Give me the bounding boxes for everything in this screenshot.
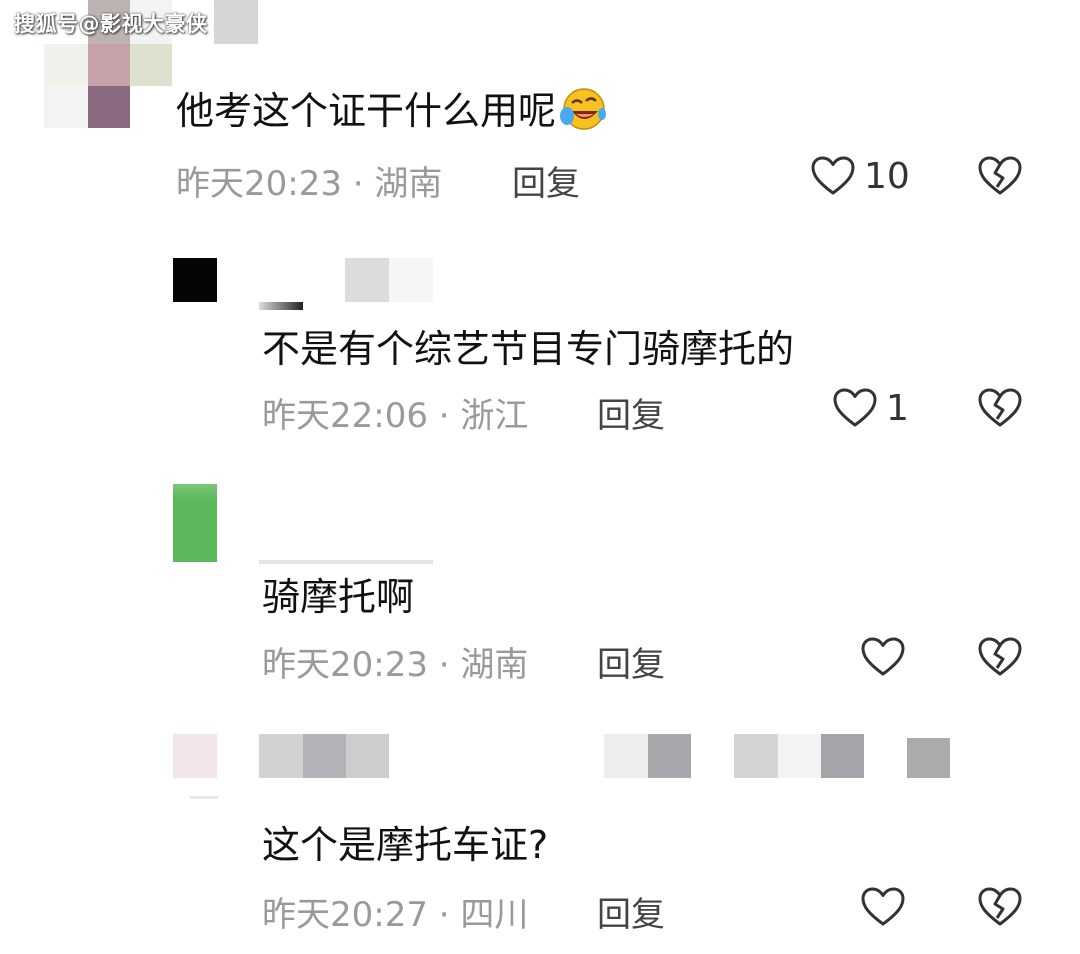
- heart-outline-icon: [860, 636, 906, 678]
- dislike-button[interactable]: [977, 155, 1023, 197]
- like-count: 1: [886, 387, 909, 429]
- dislike-button[interactable]: [977, 387, 1023, 429]
- heart-outline-icon: [810, 155, 856, 197]
- like-button[interactable]: 1: [832, 387, 909, 429]
- comment-text: 不是有个综艺节目专门骑摩托的: [262, 327, 795, 371]
- comment-text: 这个是摩托车证?: [262, 823, 549, 867]
- like-button[interactable]: 10: [810, 155, 910, 197]
- reply-button[interactable]: 回复: [597, 388, 665, 437]
- comment-meta: 昨天20:27 · 四川: [262, 895, 529, 935]
- dislike-button[interactable]: [977, 636, 1023, 678]
- reply-button[interactable]: 回复: [597, 887, 665, 936]
- heart-outline-icon: [832, 387, 878, 429]
- heart-outline-icon: [860, 886, 906, 928]
- comment-text: 骑摩托啊: [262, 575, 415, 619]
- comment-text: 他考这个证干什么用呢: [176, 80, 607, 141]
- like-button[interactable]: [860, 886, 914, 928]
- laughing-crying-emoji-icon: [558, 86, 607, 141]
- comment-meta: 昨天22:06 · 浙江: [262, 396, 529, 436]
- comment-meta: 昨天20:23 · 湖南: [262, 645, 529, 685]
- reply-button[interactable]: 回复: [512, 156, 580, 205]
- reply-button[interactable]: 回复: [597, 637, 665, 686]
- like-button[interactable]: [860, 636, 914, 678]
- watermark: 搜狐号@影视大豪侠: [14, 12, 208, 36]
- broken-heart-icon: [977, 636, 1023, 678]
- broken-heart-icon: [977, 886, 1023, 928]
- broken-heart-icon: [977, 387, 1023, 429]
- dislike-button[interactable]: [977, 886, 1023, 928]
- broken-heart-icon: [977, 155, 1023, 197]
- comment-meta: 昨天20:23 · 湖南: [176, 164, 443, 204]
- like-count: 10: [864, 155, 910, 197]
